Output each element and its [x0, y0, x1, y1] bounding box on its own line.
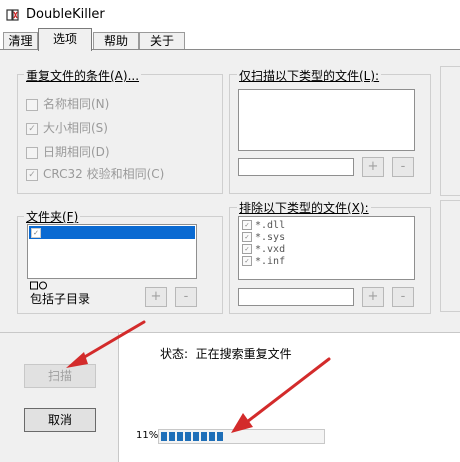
folder-remove-button[interactable]: - [175, 287, 197, 307]
checkbox-box [26, 98, 38, 111]
checkbox-label: CRC32 校验和相同(C) [43, 167, 165, 181]
include-types-group-label: 仅扫描以下类型的文件(L): [237, 67, 382, 84]
check-icon: ✓ [26, 122, 38, 135]
progress-segment [177, 432, 183, 441]
include-type-input[interactable] [238, 158, 354, 176]
annotation-arrow-icon [231, 357, 331, 433]
check-icon: ✓ [242, 244, 252, 254]
tab-help[interactable]: 帮助 [93, 32, 139, 50]
progress-percent: 11% [136, 430, 159, 441]
app-icon [6, 8, 20, 22]
include-add-button[interactable]: + [362, 157, 384, 177]
side-panel-edge [440, 66, 460, 196]
check-icon: ✓ [31, 228, 41, 238]
title-bar: DoubleKiller [0, 0, 460, 30]
include-subdirs-label[interactable]: 包括子目录 [30, 290, 90, 307]
tab-label: 清理 [8, 34, 33, 48]
progress-segment [201, 432, 207, 441]
list-item[interactable]: ✓ *.inf [242, 256, 285, 268]
folder-row-selected[interactable]: ✓ [29, 226, 195, 239]
exclude-types-group-label: 排除以下类型的文件(X): [237, 199, 371, 216]
exclude-add-button[interactable]: + [362, 287, 384, 307]
include-types-list[interactable] [238, 89, 415, 151]
progress-segment [169, 432, 175, 441]
list-item[interactable]: ✓ *.dll [242, 220, 285, 232]
list-item-label: *.vxd [255, 244, 286, 255]
folders-list[interactable]: ✓ [27, 224, 197, 279]
check-icon: ✓ [242, 232, 252, 242]
list-item[interactable]: ✓ *.sys [242, 232, 285, 244]
folders-group-label: 文件夹(F) [24, 208, 81, 225]
list-item-label: *.sys [255, 232, 286, 243]
tab-label: 选项 [52, 32, 77, 46]
folder-add-button[interactable]: + [145, 287, 167, 307]
name-match-checkbox[interactable]: 名称相同(N) [26, 96, 109, 112]
minus-icon: - [183, 289, 189, 304]
list-item[interactable]: ✓ *.vxd [242, 244, 285, 256]
plus-icon: + [367, 289, 379, 304]
check-icon: ✓ [26, 168, 38, 181]
date-match-checkbox[interactable]: 日期相同(D) [26, 144, 110, 160]
minus-icon: - [400, 159, 406, 174]
check-icon: ✓ [242, 256, 252, 266]
side-panel-edge [440, 200, 460, 312]
include-remove-button[interactable]: - [392, 157, 414, 177]
list-item-label: *.dll [255, 220, 286, 231]
progress-segment [161, 432, 167, 441]
progress-segment [217, 432, 223, 441]
annotation-arrow-icon [66, 320, 146, 368]
exclude-type-input[interactable] [238, 288, 354, 306]
shape-icons [30, 280, 48, 290]
window-title: DoubleKiller [26, 7, 105, 22]
checkbox-label: 大小相同(S) [43, 121, 108, 135]
progress-segment [193, 432, 199, 441]
conditions-group-label: 重复文件的条件(A)... [24, 67, 142, 84]
size-match-checkbox[interactable]: ✓ 大小相同(S) [26, 120, 108, 136]
checkbox-box [26, 146, 38, 159]
cancel-button[interactable]: 取消 [24, 408, 96, 432]
exclude-types-list[interactable]: ✓ *.dll ✓ *.sys ✓ *.vxd ✓ *.inf [238, 216, 415, 280]
plus-icon: + [150, 289, 162, 304]
progress-segment [185, 432, 191, 441]
tab-clean[interactable]: 清理 [3, 32, 38, 50]
check-icon: ✓ [242, 220, 252, 230]
exclude-remove-button[interactable]: - [392, 287, 414, 307]
tab-label: 帮助 [103, 34, 128, 48]
crc-match-checkbox[interactable]: ✓ CRC32 校验和相同(C) [26, 166, 164, 182]
minus-icon: - [400, 289, 406, 304]
checkbox-label: 日期相同(D) [43, 145, 110, 159]
list-item-label: *.inf [255, 256, 286, 267]
plus-icon: + [367, 159, 379, 174]
checkbox-label: 名称相同(N) [43, 97, 110, 111]
tab-options[interactable]: 选项 [38, 28, 92, 51]
progress-segment [209, 432, 215, 441]
tab-label: 关于 [149, 34, 174, 48]
tab-about[interactable]: 关于 [139, 32, 185, 50]
button-label: 取消 [47, 413, 72, 427]
